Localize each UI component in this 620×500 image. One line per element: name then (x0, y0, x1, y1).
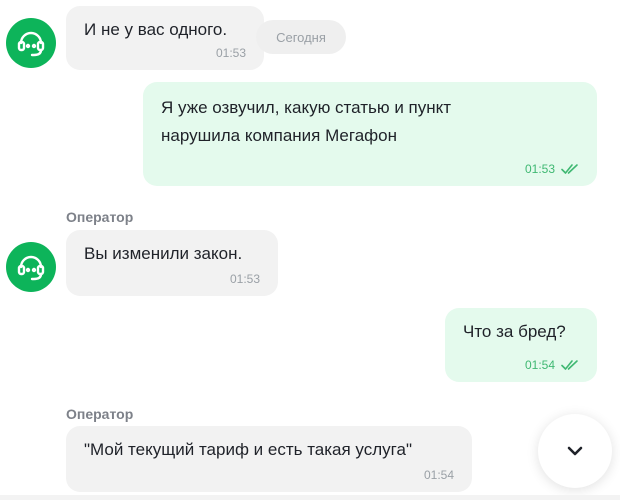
message-bubble: "Мой текущий тариф и есть такая услуга" … (66, 426, 472, 492)
message-bubble: Вы изменили закон. 01:53 (66, 230, 278, 296)
operator-avatar (6, 242, 56, 292)
operator-avatar (6, 18, 56, 68)
message-text: "Мой текущий тариф и есть такая услуга" (84, 440, 412, 459)
message-bubble: И не у вас одного. 01:53 (66, 6, 264, 70)
message-time: 01:53 (215, 46, 246, 60)
message-time: 01:53 (524, 162, 555, 176)
message-text: И не у вас одного. (84, 20, 228, 39)
message-text: Вы изменили закон. (84, 244, 243, 263)
divider (0, 495, 620, 500)
double-check-icon (561, 164, 578, 174)
chevron-down-icon (567, 446, 583, 456)
day-separator: Сегодня (256, 20, 346, 54)
sender-name: Оператор (66, 209, 134, 225)
scroll-down-button[interactable] (538, 414, 612, 488)
message-text: Что за бред? (463, 322, 566, 341)
message-bubble: Я уже озвучил, какую статью и пункт нару… (143, 82, 597, 186)
message-bubble: Что за бред? 01:54 (445, 308, 597, 382)
headset-icon (17, 31, 45, 57)
message-time: 01:53 (229, 272, 260, 286)
double-check-icon (561, 360, 578, 370)
message-time: 01:54 (524, 358, 555, 372)
sender-name: Оператор (66, 406, 134, 422)
message-time: 01:54 (423, 468, 454, 482)
message-text: Я уже озвучил, какую статью и пункт нару… (161, 98, 452, 145)
headset-icon (17, 255, 45, 281)
